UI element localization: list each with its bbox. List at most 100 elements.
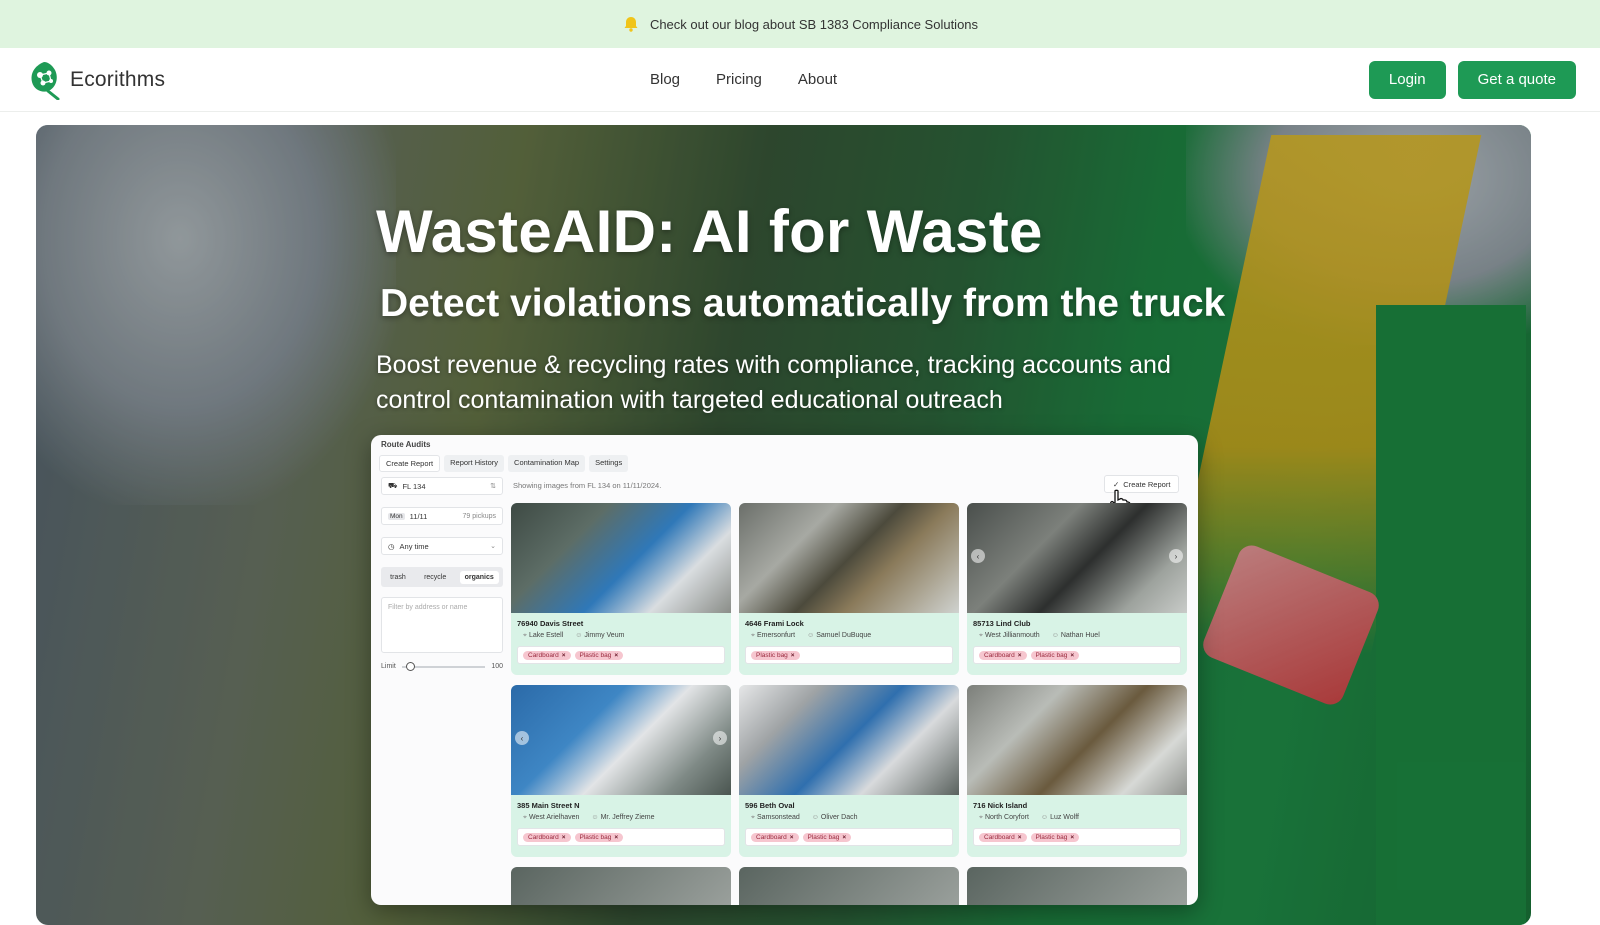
contaminant-tag[interactable]: Plastic bag × — [751, 650, 800, 660]
tab-report-history[interactable]: Report History — [444, 455, 505, 472]
person-icon: ☺ — [1051, 632, 1059, 639]
announcement-text[interactable]: Check out our blog about SB 1383 Complia… — [650, 17, 978, 32]
slider-knob[interactable] — [405, 661, 415, 671]
remove-tag-icon: × — [842, 833, 847, 841]
card-customer: Mr. Jeffrey Zieme — [600, 814, 655, 821]
person-icon: ☺ — [575, 632, 583, 639]
contaminant-tag[interactable]: Cardboard × — [751, 832, 799, 842]
nav-actions: Login Get a quote — [1368, 60, 1576, 99]
card-address: 385 Main Street N — [517, 801, 580, 810]
person-icon: ☺ — [591, 814, 599, 821]
card-customer: Luz Wolff — [1050, 814, 1080, 821]
date-select[interactable]: Mon 11/11 79 pickups — [381, 507, 503, 525]
tab-settings[interactable]: Settings — [589, 455, 629, 472]
app-sidebar: ⛟ FL 134 ⇅ Mon 11/11 79 pickups ◷ Any ti… — [381, 477, 503, 671]
bin-photo[interactable] — [739, 685, 959, 795]
location-pin-icon: ⌖ — [523, 632, 527, 639]
remove-tag-icon: × — [1017, 651, 1022, 659]
card-meta: ⌖ Samsonstead ☺ Oliver Dach — [739, 812, 959, 824]
leaf-logo-icon — [28, 60, 62, 100]
remove-tag-icon: × — [789, 833, 794, 841]
tag-field[interactable]: Cardboard × Plastic bag × — [745, 828, 953, 846]
stream-recycle[interactable]: recycle — [419, 571, 451, 584]
bin-photo[interactable]: ‹ › — [967, 503, 1187, 613]
get-quote-button[interactable]: Get a quote — [1457, 60, 1576, 99]
card-meta: ⌖ Emersonfurt ☺ Samuel DuBuque — [739, 630, 959, 642]
date-value: 11/11 — [409, 511, 428, 521]
contaminant-tag[interactable]: Cardboard × — [979, 650, 1027, 660]
prev-arrow-icon[interactable]: ‹ — [971, 549, 985, 563]
location-pin-icon: ⌖ — [751, 814, 755, 821]
filter-input[interactable]: Filter by address or name — [381, 597, 503, 653]
contaminant-tag[interactable]: Plastic bag × — [802, 832, 852, 842]
remove-tag-icon: × — [790, 651, 795, 659]
contaminant-tag[interactable]: Cardboard × — [523, 832, 571, 842]
remove-tag-icon: × — [614, 651, 619, 659]
app-title: Route Audits — [381, 440, 431, 449]
tag-field[interactable]: Cardboard × Plastic bag × — [517, 828, 725, 846]
app-tabs: Create Report Report History Contaminati… — [379, 455, 629, 472]
audit-card[interactable]: 76940 Davis Street ⌖ Lake Estell ☺ Jimmy V… — [511, 503, 731, 675]
time-select[interactable]: ◷ Any time ⌄ — [381, 537, 503, 555]
card-meta: ⌖ West Arielhaven ☺ Mr. Jeffrey Zieme — [511, 812, 731, 824]
hero-section: WasteAID: AI for Waste Detect violations… — [36, 125, 1531, 925]
card-address: 596 Beth Oval — [745, 801, 795, 810]
card-meta: ⌖ West Jillianmouth ☺ Nathan Huel — [967, 630, 1187, 642]
prev-arrow-icon[interactable]: ‹ — [515, 731, 529, 745]
card-city: West Arielhaven — [528, 814, 580, 821]
time-value: Any time — [399, 541, 429, 551]
card-address: 716 Nick Island — [973, 801, 1028, 810]
login-button[interactable]: Login — [1368, 60, 1446, 99]
nav-links: Blog Pricing About — [650, 71, 837, 88]
tag-field[interactable]: Plastic bag × — [745, 646, 953, 664]
card-customer: Samuel DuBuque — [816, 632, 872, 639]
nav-blog[interactable]: Blog — [650, 71, 680, 88]
tag-field[interactable]: Cardboard × Plastic bag × — [973, 828, 1181, 846]
card-city: Samsonstead — [756, 814, 800, 821]
tab-create-report[interactable]: Create Report — [379, 455, 441, 472]
card-city: North Coryfort — [984, 814, 1029, 821]
clock-icon: ◷ — [388, 541, 395, 551]
contaminant-tag[interactable]: Plastic bag × — [574, 832, 624, 842]
hero-subtitle: Detect violations automatically from the… — [380, 282, 1226, 325]
route-select[interactable]: ⛟ FL 134 ⇅ — [381, 477, 503, 495]
card-customer: Oliver Dach — [820, 814, 858, 821]
contaminant-tag[interactable]: Plastic bag × — [574, 650, 624, 660]
contaminant-tag[interactable]: Plastic bag × — [1030, 832, 1080, 842]
next-arrow-icon[interactable]: › — [713, 731, 727, 745]
announcement-bar[interactable]: Check out our blog about SB 1383 Complia… — [0, 0, 1600, 48]
contaminant-tag[interactable]: Cardboard × — [523, 650, 571, 660]
limit-slider[interactable]: Limit 100 — [381, 661, 503, 671]
nav-about[interactable]: About — [798, 71, 837, 88]
bin-photo[interactable] — [511, 503, 731, 613]
check-icon: ✓ — [1113, 479, 1120, 489]
tab-contamination-map[interactable]: Contamination Map — [508, 455, 586, 472]
bin-photo[interactable] — [739, 503, 959, 613]
tag-field[interactable]: Cardboard × Plastic bag × — [973, 646, 1181, 664]
audit-grid-next-row — [511, 867, 1187, 905]
tag-field[interactable]: Cardboard × Plastic bag × — [517, 646, 725, 664]
next-arrow-icon[interactable]: › — [1169, 549, 1183, 563]
person-icon: ☺ — [1040, 814, 1049, 821]
bin-photo[interactable] — [967, 685, 1187, 795]
stream-trash[interactable]: trash — [385, 571, 411, 584]
audit-card[interactable]: ‹ › 85713 Lind Club ⌖ West Jillianmouth ☺ N… — [967, 503, 1187, 675]
contaminant-tag[interactable]: Cardboard × — [979, 832, 1027, 842]
bell-icon — [622, 15, 640, 33]
slider-track[interactable] — [401, 661, 486, 671]
pickups-count: 79 pickups — [462, 512, 496, 520]
audit-card[interactable]: 596 Beth Oval ⌖ Samsonstead ☺ Oliver Dach … — [739, 685, 959, 857]
nav-pricing[interactable]: Pricing — [716, 71, 762, 88]
location-pin-icon: ⌖ — [523, 814, 527, 821]
audit-card[interactable]: ‹ › 385 Main Street N ⌖ West Arielhaven ☺ M… — [511, 685, 731, 857]
card-city: Emersonfurt — [756, 632, 796, 639]
remove-tag-icon: × — [561, 651, 566, 659]
audit-card[interactable]: 4646 Frami Lock ⌖ Emersonfurt ☺ Samuel DuB… — [739, 503, 959, 675]
bin-photo[interactable]: ‹ › — [511, 685, 731, 795]
brand[interactable]: Ecorithms — [28, 60, 165, 100]
showing-text: Showing images from FL 134 on 11/11/2024… — [513, 481, 662, 490]
stream-organics[interactable]: organics — [459, 570, 499, 584]
create-report-label: Create Report — [1123, 479, 1171, 489]
contaminant-tag[interactable]: Plastic bag × — [1030, 650, 1080, 660]
audit-card[interactable]: 716 Nick Island ⌖ North Coryfort ☺ Luz Wol… — [967, 685, 1187, 857]
